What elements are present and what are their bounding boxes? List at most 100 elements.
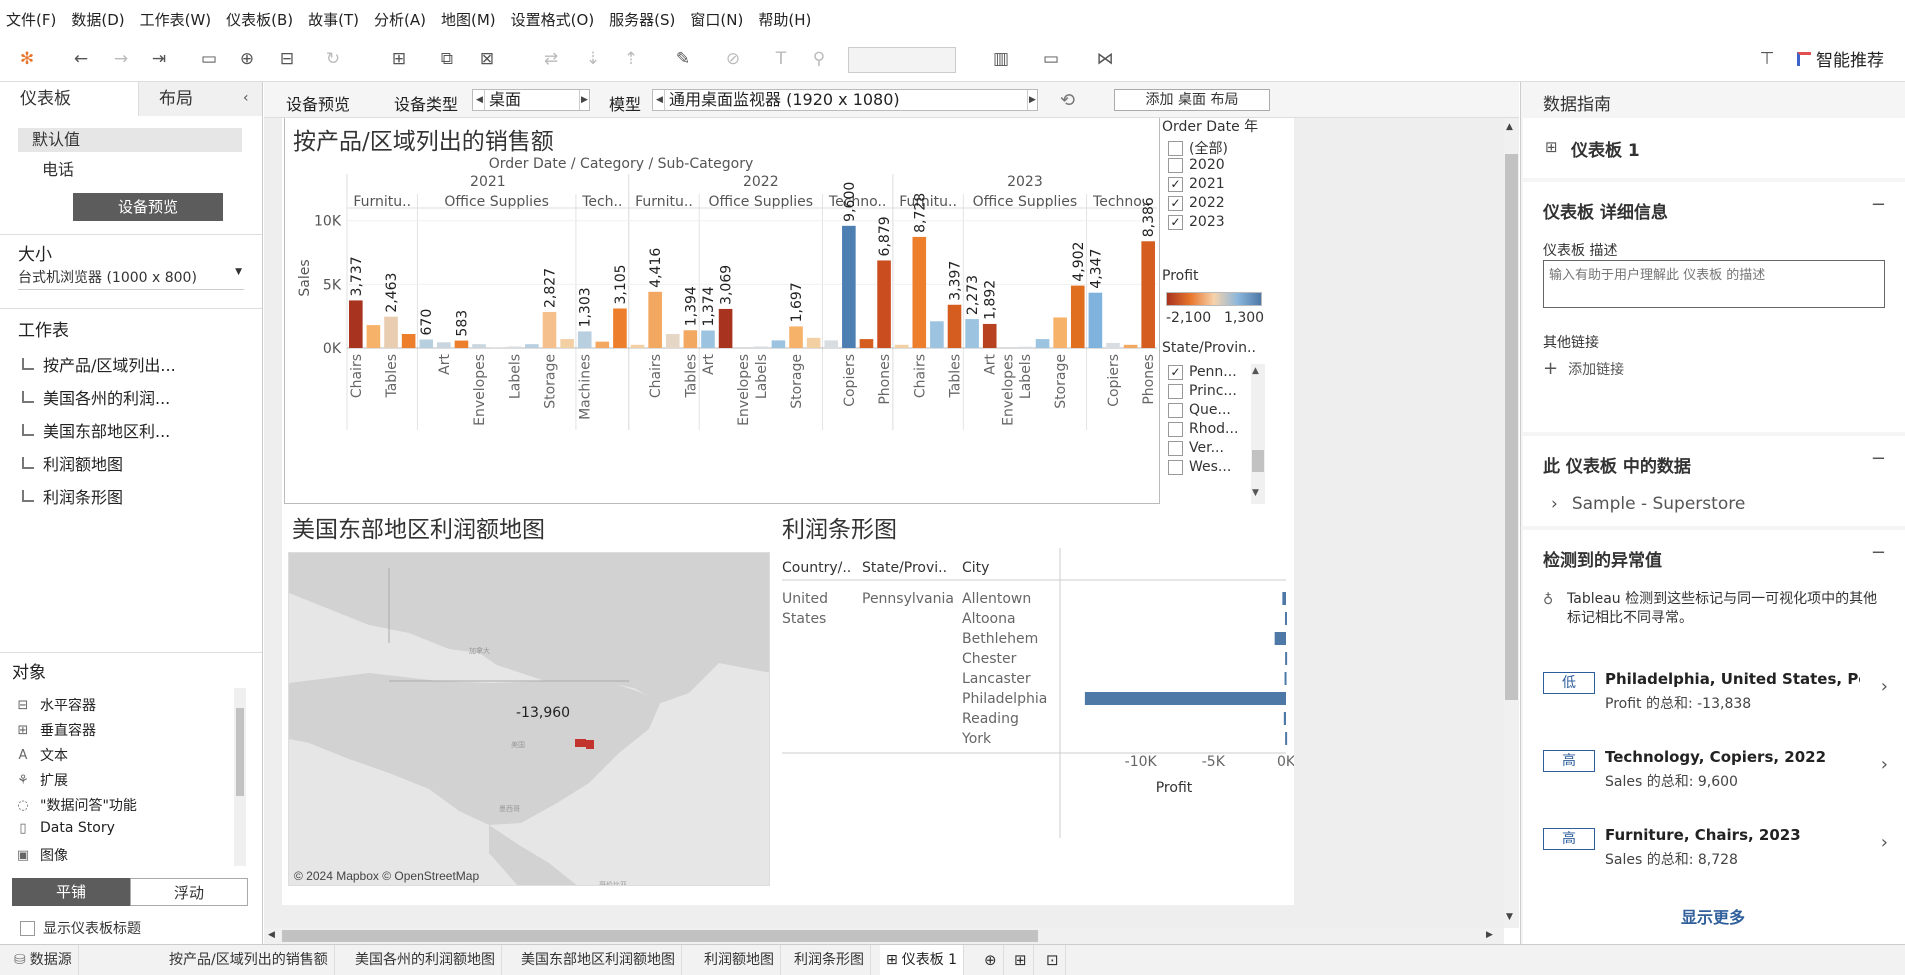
- anomaly-item[interactable]: 高 Furniture, Chairs, 2023 Sales 的总和: 8,7…: [1543, 822, 1888, 882]
- object-ask-data[interactable]: ◌ "数据问答"功能: [16, 795, 137, 815]
- menu-help[interactable]: 帮助(H): [758, 9, 811, 30]
- object-horizontal-container[interactable]: ⊟ 水平容器: [16, 695, 96, 715]
- swap-icon[interactable]: ⇄: [540, 48, 562, 70]
- objects-scrollbar[interactable]: [234, 688, 246, 866]
- worksheet-item[interactable]: 美国各州的利润...: [22, 385, 170, 409]
- new-worksheet-icon[interactable]: ⊕: [978, 945, 1004, 975]
- state-filter-scrollbar[interactable]: ▲ ▼: [1251, 364, 1265, 504]
- sheet-tab[interactable]: 利润条形图: [788, 945, 871, 975]
- smart-recommend-button[interactable]: 智能推荐: [1797, 46, 1884, 71]
- sort-desc-icon[interactable]: ⇡: [620, 48, 642, 70]
- map-view[interactable]: 加拿大 美国 墨西哥 哥伦比亚 -13,960 © 2024 Mapbox © …: [288, 552, 770, 886]
- fit-select[interactable]: [848, 47, 956, 73]
- redo-icon[interactable]: →: [110, 48, 132, 70]
- map-sheet[interactable]: 美国东部地区利润额地图 加拿大 美国 墨西哥 哥伦比亚 -13,960 © 20…: [282, 510, 772, 905]
- year-filter-item[interactable]: ✓ 2022: [1168, 195, 1225, 211]
- menu-map[interactable]: 地图(M): [441, 9, 496, 30]
- new-dashboard-icon[interactable]: ⊞: [1008, 945, 1034, 975]
- device-default[interactable]: 默认值: [18, 128, 242, 152]
- state-filter-item[interactable]: Wes...: [1168, 459, 1231, 475]
- pause-updates-icon[interactable]: ⊟: [276, 48, 298, 70]
- new-sheet-icon[interactable]: ⊞: [388, 48, 410, 70]
- undo-icon[interactable]: ←: [70, 48, 92, 70]
- size-select[interactable]: 台式机浏览器 (1000 x 800) ▼: [18, 267, 244, 290]
- collapse-data-icon[interactable]: −: [1871, 448, 1886, 469]
- collapse-details-icon[interactable]: −: [1871, 194, 1886, 215]
- next-arrow-icon[interactable]: ▶: [579, 90, 589, 110]
- year-filter-item[interactable]: (全部): [1168, 138, 1228, 158]
- add-layout-button[interactable]: 添加 桌面 布局: [1114, 89, 1270, 111]
- replace-data-icon[interactable]: ⇥: [148, 48, 170, 70]
- state-filter-item[interactable]: Princ...: [1168, 383, 1237, 399]
- tableau-logo-icon[interactable]: ✻: [16, 48, 38, 70]
- highlight-icon[interactable]: ✎: [672, 48, 694, 70]
- anomaly-item[interactable]: 高 Technology, Copiers, 2022 Sales 的总和: 9…: [1543, 744, 1888, 804]
- new-story-icon[interactable]: ⊡: [1040, 945, 1066, 975]
- canvas-horizontal-scrollbar[interactable]: ◀ ▶: [264, 928, 1504, 944]
- state-filter-item[interactable]: Ver...: [1168, 440, 1224, 456]
- device-preview-label[interactable]: 设备预览: [286, 91, 350, 115]
- rotate-icon[interactable]: ⟲: [1060, 90, 1075, 111]
- anomaly-item[interactable]: 低 Philadelphia, United States, Penns... …: [1543, 666, 1888, 726]
- profit-bar-sheet[interactable]: 利润条形图 Country/.. State/Provi.. City United S…: [776, 510, 1294, 905]
- tab-dashboard[interactable]: 仪表板: [0, 82, 142, 116]
- collapse-anomalies-icon[interactable]: −: [1871, 542, 1886, 563]
- object-extension[interactable]: ⚘ 扩展: [16, 770, 68, 790]
- sales-sheet[interactable]: 按产品/区域列出的销售额 Order Date / Category / Sub…: [284, 118, 1160, 504]
- state-filter-item[interactable]: Rhod...: [1168, 421, 1238, 437]
- collapse-panel-icon[interactable]: ‹: [243, 90, 249, 106]
- prev-arrow-icon[interactable]: ◀: [475, 90, 485, 110]
- show-cards-icon[interactable]: ▥: [990, 48, 1012, 70]
- refresh-icon[interactable]: ↻: [322, 48, 344, 70]
- object-image[interactable]: ▣ 图像: [16, 845, 68, 865]
- device-type-select[interactable]: ◀ 桌面 ▶: [472, 89, 590, 111]
- state-filter-item[interactable]: ✓ Penn...: [1168, 364, 1237, 380]
- clear-sheet-icon[interactable]: ⊠: [476, 48, 498, 70]
- menu-dashboard[interactable]: 仪表板(B): [226, 9, 293, 30]
- presentation-icon[interactable]: ▭: [1040, 48, 1062, 70]
- group-icon[interactable]: ⊘: [722, 48, 744, 70]
- floating-button[interactable]: 浮动: [130, 878, 248, 906]
- new-datasource-icon[interactable]: ⊕: [236, 48, 258, 70]
- worksheet-item[interactable]: 利润额地图: [22, 451, 123, 475]
- object-text[interactable]: A 文本: [16, 745, 68, 765]
- prev-arrow-icon[interactable]: ◀: [655, 90, 665, 110]
- sheet-tab[interactable]: 利润额地图: [698, 945, 781, 975]
- worksheet-item[interactable]: 按产品/区域列出...: [22, 352, 176, 376]
- next-arrow-icon[interactable]: ▶: [1027, 90, 1037, 110]
- sort-asc-icon[interactable]: ⇣: [582, 48, 604, 70]
- datasource-item[interactable]: › Sample - Superstore: [1551, 494, 1745, 514]
- menu-window[interactable]: 窗口(N): [690, 9, 743, 30]
- sheet-tab[interactable]: 美国东部地区利润额地图: [515, 945, 682, 975]
- pin-icon[interactable]: ⚲: [808, 48, 830, 70]
- description-input[interactable]: [1543, 260, 1885, 308]
- worksheet-item[interactable]: 利润条形图: [22, 484, 123, 508]
- canvas-vertical-scrollbar[interactable]: ▲ ▼: [1504, 118, 1519, 928]
- menu-file[interactable]: 文件(F): [6, 9, 56, 30]
- show-more-link[interactable]: 显示更多: [1681, 904, 1745, 928]
- menu-worksheet[interactable]: 工作表(W): [140, 9, 212, 30]
- menu-story[interactable]: 故事(T): [308, 9, 359, 30]
- show-title-checkbox[interactable]: 显示仪表板标题: [20, 918, 141, 938]
- device-preview-button[interactable]: 设备预览: [73, 193, 223, 221]
- model-select[interactable]: ◀ 通用桌面监视器 (1920 x 1080) ▶: [652, 89, 1038, 111]
- dashboard-tab[interactable]: ⊞ 仪表板 1: [880, 945, 965, 975]
- sheet-tab[interactable]: 美国各州的利润额地图: [349, 945, 502, 975]
- share-icon[interactable]: ⋈: [1094, 48, 1116, 70]
- add-link-button[interactable]: + 添加链接: [1543, 358, 1624, 379]
- format-painter-icon[interactable]: ⊤: [1756, 48, 1778, 70]
- tiled-button[interactable]: 平铺: [12, 878, 130, 906]
- sheet-tab[interactable]: 按产品/区域列出的销售额: [163, 945, 335, 975]
- worksheet-item[interactable]: 美国东部地区利...: [22, 418, 170, 442]
- year-filter-item[interactable]: ✓ 2021: [1168, 176, 1225, 192]
- datasource-tab[interactable]: ⛁ 数据源: [6, 945, 79, 975]
- state-filter-item[interactable]: Que...: [1168, 402, 1231, 418]
- menu-server[interactable]: 服务器(S): [609, 9, 675, 30]
- menu-analysis[interactable]: 分析(A): [374, 9, 426, 30]
- year-filter-item[interactable]: 2020: [1168, 157, 1225, 173]
- object-data-story[interactable]: ▯ Data Story: [16, 820, 114, 836]
- duplicate-icon[interactable]: ⧉: [436, 48, 458, 70]
- year-filter-item[interactable]: ✓ 2023: [1168, 214, 1225, 230]
- menu-data[interactable]: 数据(D): [71, 9, 124, 30]
- label-icon[interactable]: T: [770, 48, 792, 70]
